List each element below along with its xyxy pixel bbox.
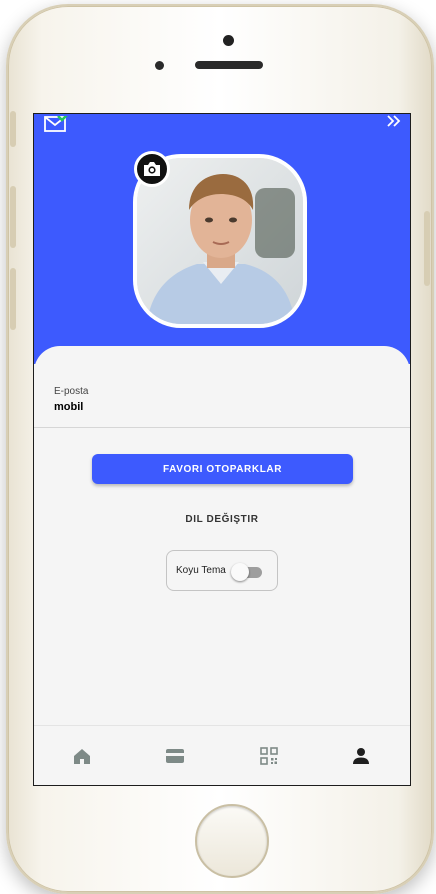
mute-switch: [10, 111, 16, 147]
dark-theme-label: Koyu Tema: [176, 565, 226, 576]
person-icon[interactable]: [350, 745, 372, 767]
mail-icon[interactable]: [44, 116, 68, 132]
favorite-parkings-button[interactable]: FAVORI OTOPARKLAR: [92, 454, 353, 484]
power-button: [424, 211, 430, 286]
change-language-button[interactable]: DIL DEĞIŞTIR: [34, 514, 410, 525]
dark-theme-toggle-knob[interactable]: [231, 563, 249, 581]
home-button: [195, 804, 269, 878]
bottom-navigation: [34, 725, 410, 785]
profile-card: E-posta mobil FAVORI OTOPARKLAR DIL DEĞI…: [34, 346, 410, 785]
volume-down-button: [10, 268, 16, 330]
volume-up-button: [10, 186, 16, 248]
dark-theme-setting: Koyu Tema: [166, 550, 278, 591]
email-label: E-posta: [54, 386, 89, 397]
camera-icon: [144, 162, 160, 176]
divider: [34, 427, 410, 428]
home-icon[interactable]: [71, 745, 93, 767]
card-icon[interactable]: [164, 745, 186, 767]
double-chevron-right-icon[interactable]: [386, 114, 402, 128]
proximity-sensor: [155, 61, 164, 70]
front-camera: [223, 35, 234, 46]
earpiece-speaker: [195, 61, 263, 69]
email-value: mobil: [54, 401, 84, 413]
app-screen: E-posta mobil FAVORI OTOPARKLAR DIL DEĞI…: [33, 113, 411, 786]
qr-code-icon[interactable]: [258, 745, 280, 767]
change-photo-button[interactable]: [134, 151, 170, 187]
